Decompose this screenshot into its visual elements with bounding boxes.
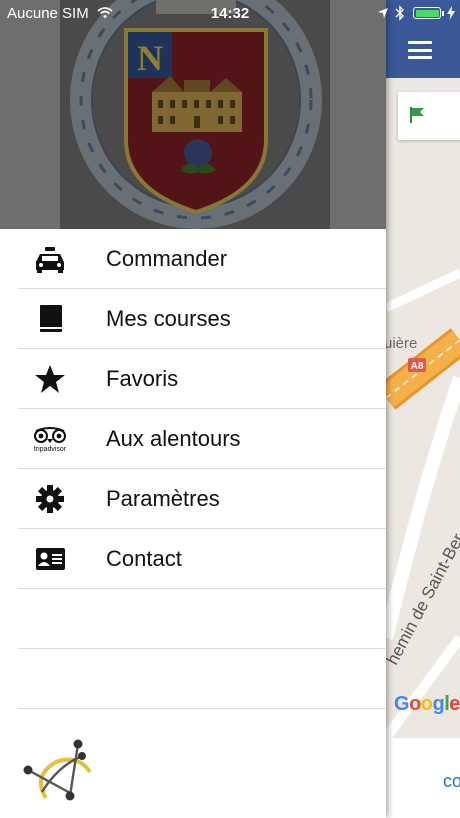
menu-empty-row — [18, 649, 386, 709]
menu-item-aux-alentours[interactable]: tripadvisor Aux alentours — [18, 409, 386, 469]
tripadvisor-icon: tripadvisor — [34, 427, 67, 453]
street-label-top: uière — [386, 335, 417, 352]
book-icon — [40, 305, 62, 332]
menu-item-mes-courses[interactable]: Mes courses — [18, 289, 386, 349]
menu-item-commander[interactable]: Commander — [18, 229, 386, 289]
drawer-menu: Commander Mes courses Favoris tripadviso… — [0, 229, 386, 709]
destination-flag-card[interactable] — [398, 92, 460, 140]
location-arrow-icon — [378, 8, 388, 18]
charging-bolt-icon — [447, 6, 455, 20]
city-coat-of-arms: N — [60, 0, 330, 229]
menu-label-parametres: Paramètres — [106, 486, 220, 511]
gear-icon — [36, 485, 64, 513]
menu-item-favoris[interactable]: Favoris — [18, 349, 386, 409]
menu-label-contact: Contact — [106, 546, 182, 571]
map-view[interactable]: A8 uière hemin de Saint-Ber Google — [386, 78, 460, 741]
hamburger-menu-icon[interactable] — [408, 41, 432, 59]
menu-label-commander: Commander — [106, 246, 228, 271]
map-panel[interactable]: A8 uière hemin de Saint-Ber Google co — [386, 0, 460, 818]
app-logo — [23, 739, 92, 801]
battery-icon — [413, 7, 441, 19]
menu-label-aux-alentours: Aux alentours — [106, 426, 241, 451]
clock: 14:32 — [210, 5, 250, 22]
contact-card-icon — [36, 548, 65, 570]
menu-label-favoris: Favoris — [106, 366, 179, 391]
menu-empty-row — [18, 589, 386, 649]
green-flag-icon — [410, 107, 424, 123]
menu-item-contact[interactable]: Contact — [18, 529, 386, 589]
taxi-icon — [36, 247, 64, 273]
drawer-header: N — [0, 0, 386, 229]
google-logo: Google — [394, 693, 460, 715]
bottom-action-label[interactable]: co — [443, 771, 460, 792]
star-icon — [35, 365, 65, 393]
bluetooth-icon — [395, 5, 404, 21]
status-bar: Aucune SIM 14:32 — [0, 0, 460, 26]
side-drawer: N Commander Mes courses Favoris tripadvi… — [0, 0, 386, 818]
menu-item-parametres[interactable]: Paramètres — [18, 469, 386, 529]
battery-tip — [442, 11, 444, 16]
map-roads: A8 uière hemin de Saint-Ber — [386, 268, 460, 741]
a8-label: A8 — [411, 361, 424, 372]
tripadvisor-wordmark: tripadvisor — [34, 446, 67, 453]
menu-label-mes-courses: Mes courses — [106, 306, 231, 331]
map-bottom-bar: co — [386, 738, 460, 818]
